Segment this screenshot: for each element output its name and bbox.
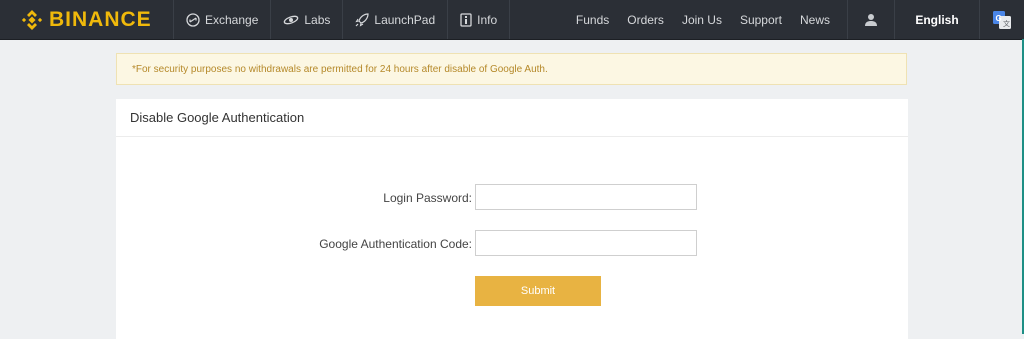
nav-join-us[interactable]: Join Us bbox=[673, 0, 731, 39]
security-notice: *For security purposes no withdrawals ar… bbox=[116, 53, 907, 85]
primary-nav: Exchange Labs LaunchPad Info bbox=[173, 0, 511, 39]
brand-logo[interactable]: BINANCE bbox=[0, 0, 155, 39]
nav-info[interactable]: Info bbox=[447, 0, 511, 39]
google-auth-code-label: Google Authentication Code: bbox=[319, 237, 472, 251]
nav-labs-label: Labs bbox=[304, 12, 331, 27]
login-password-label: Login Password: bbox=[383, 191, 472, 205]
nav-launchpad[interactable]: LaunchPad bbox=[342, 0, 447, 39]
exchange-icon bbox=[186, 12, 200, 27]
translate-button[interactable]: G 文 bbox=[980, 0, 1024, 39]
panel-title: Disable Google Authentication bbox=[116, 99, 908, 137]
rocket-icon bbox=[355, 12, 370, 27]
top-navbar: BINANCE Exchange Labs LaunchPad Info Fun… bbox=[0, 0, 1024, 40]
security-notice-text: *For security purposes no withdrawals ar… bbox=[132, 63, 548, 75]
svg-text:G: G bbox=[996, 14, 1002, 23]
nav-orders[interactable]: Orders bbox=[618, 0, 673, 39]
submit-button[interactable]: Submit bbox=[475, 276, 601, 306]
user-menu[interactable] bbox=[847, 0, 895, 39]
secondary-nav: Funds Orders Join Us Support News Englis… bbox=[567, 0, 1024, 39]
nav-news[interactable]: News bbox=[791, 0, 839, 39]
login-password-row: Login Password: bbox=[116, 184, 908, 212]
google-auth-code-row: Google Authentication Code: bbox=[116, 230, 908, 258]
labs-icon bbox=[284, 15, 299, 24]
nav-labs[interactable]: Labs bbox=[270, 0, 342, 39]
nav-exchange[interactable]: Exchange bbox=[173, 0, 270, 39]
brand-name: BINANCE bbox=[49, 7, 152, 31]
google-translate-icon: G 文 bbox=[993, 10, 1011, 29]
nav-funds[interactable]: Funds bbox=[567, 0, 618, 39]
nav-support[interactable]: Support bbox=[731, 0, 791, 39]
binance-logo-icon bbox=[21, 9, 43, 30]
info-icon bbox=[460, 12, 472, 27]
nav-exchange-label: Exchange bbox=[205, 12, 259, 27]
svg-text:文: 文 bbox=[1003, 19, 1010, 28]
nav-launchpad-label: LaunchPad bbox=[374, 12, 436, 27]
user-icon bbox=[865, 13, 877, 26]
login-password-input[interactable] bbox=[475, 184, 697, 210]
google-auth-code-input[interactable] bbox=[475, 230, 697, 256]
language-selector[interactable]: English bbox=[895, 0, 980, 39]
disable-2fa-panel: Disable Google Authentication Login Pass… bbox=[116, 99, 908, 339]
nav-info-label: Info bbox=[477, 12, 498, 27]
